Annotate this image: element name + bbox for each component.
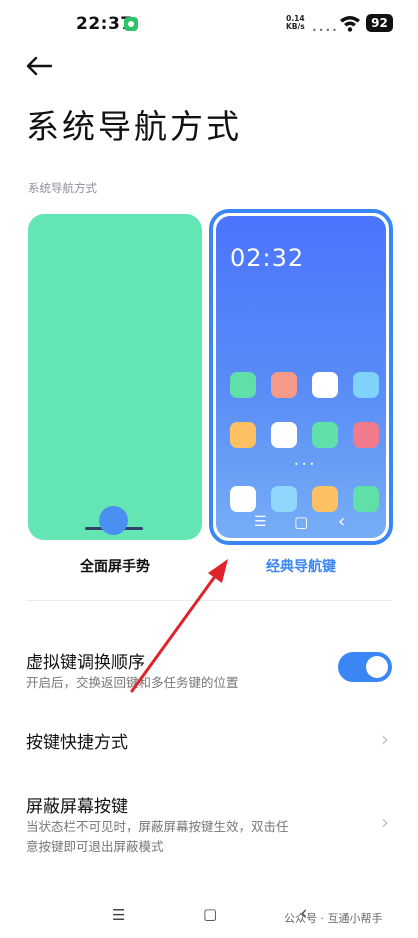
battery-icon: 92	[366, 14, 393, 32]
setting-title: 按键快捷方式	[26, 733, 128, 753]
wechat-icon	[124, 17, 138, 31]
toggle-knob	[366, 656, 388, 678]
app-icon	[230, 422, 256, 448]
app-icon	[353, 372, 379, 398]
annotation-arrow	[130, 559, 228, 693]
chevron-right-icon: ›	[381, 810, 389, 834]
setting-key-shortcuts[interactable]: 按键快捷方式 ›	[0, 722, 418, 762]
gesture-touch-dot	[99, 506, 128, 535]
app-icon	[312, 486, 338, 512]
app-icon	[271, 486, 297, 512]
app-icon	[271, 372, 297, 398]
swap-keys-toggle[interactable]	[338, 652, 392, 682]
preview-app-grid	[216, 216, 386, 538]
signal-dots-icon: ••••	[312, 26, 339, 35]
page-indicator: •••	[294, 460, 318, 469]
classic-keys-preview[interactable]: 02:32 ••• ☰ ▢ ‹	[216, 216, 386, 538]
home-icon: ▢	[294, 513, 309, 531]
gesture-mode-preview[interactable]	[28, 214, 202, 540]
section-label: 系统导航方式	[28, 181, 97, 195]
app-icon	[353, 486, 379, 512]
wifi-icon	[340, 16, 360, 32]
setting-title: 屏蔽屏幕按键	[26, 797, 128, 817]
network-speed: 0.14 KB/s	[286, 15, 305, 31]
back-icon: ‹	[338, 511, 346, 532]
app-icon	[353, 422, 379, 448]
app-icon	[230, 486, 256, 512]
app-icon	[312, 372, 338, 398]
menu-icon: ☰	[254, 514, 267, 530]
watermark: 公众号 · 互通小帮手	[284, 912, 383, 925]
app-icon	[312, 422, 338, 448]
network-speed-unit: KB/s	[286, 22, 305, 31]
setting-subtitle-line2: 意按键即可退出屏蔽模式	[26, 839, 164, 854]
page-title: 系统导航方式	[26, 107, 242, 146]
back-arrow-icon[interactable]	[26, 56, 52, 76]
app-icon	[230, 372, 256, 398]
classic-keys-label[interactable]: 经典导航键	[209, 556, 393, 576]
chevron-right-icon: ›	[381, 727, 389, 751]
preview-nav-bar: ☰ ▢ ‹	[230, 511, 372, 532]
home-key-icon[interactable]: ▢	[203, 905, 217, 923]
app-icon	[271, 422, 297, 448]
menu-key-icon[interactable]: ☰	[112, 906, 125, 924]
setting-subtitle-line1: 当状态栏不可见时，屏蔽屏幕按键生效，双击任	[26, 819, 289, 834]
setting-block-keys[interactable]: 屏蔽屏幕按键 当状态栏不可见时，屏蔽屏幕按键生效，双击任 意按键即可退出屏蔽模式…	[0, 790, 418, 856]
